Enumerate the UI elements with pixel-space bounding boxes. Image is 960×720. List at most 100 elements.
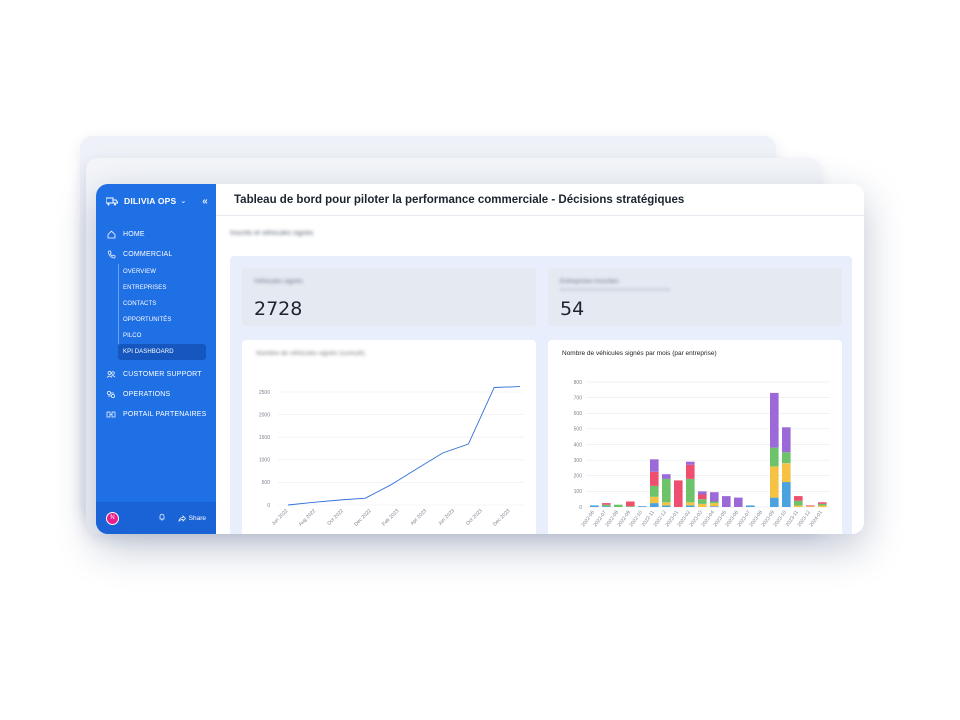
truck-icon [106,197,118,205]
y-tick-label: 500 [262,480,271,486]
bar-segment [674,480,683,507]
bar-segment [602,504,611,507]
chart-title: Nombre de véhicules signés (cumulé) [256,350,365,357]
y-tick-label: 500 [574,427,583,433]
y-tick-label: 600 [574,411,583,417]
sidebar-item-label: CUSTOMER SUPPORT [123,370,202,378]
x-tick-label: Apr 2023 [410,508,429,527]
main-content: Tableau de bord pour piloter la performa… [216,184,864,534]
sidebar-item-label: HOME [123,230,145,238]
sidebar-item-customer-support[interactable]: CUSTOMER SUPPORT [96,364,216,384]
bar-segment [818,505,827,507]
bar-segment [710,506,719,507]
kpi-card-vehicules: Véhicules signés 2728 [242,268,536,326]
sidebar-item-commercial[interactable]: COMMERCIAL [96,244,216,264]
sidebar: DILIVIA OPS ⌄ « HOME COMMERCIAL OVERVIEW… [96,184,216,534]
x-tick-label: Jun 2023 [437,508,456,527]
bar-segment [686,478,695,503]
bar-segment [686,502,695,506]
bar-segment [698,494,707,500]
bar-segment [686,461,695,465]
bar-segment [686,464,695,479]
bar-segment [662,502,671,506]
bar-segment [662,474,671,479]
bar-segment [590,505,599,507]
dashboard-panel: Véhicules signés 2728 Entreprises inscri… [230,256,852,534]
sidebar-subitem-overview[interactable]: OVERVIEW [118,264,216,280]
bar-segment [710,501,719,504]
stacked-bar-chart: 01002003004005006007008002022-062022-072… [574,380,830,529]
x-tick-label: Dec 2022 [353,508,373,528]
bar-segment [734,497,743,507]
sidebar-item-portail-partenaires[interactable]: PORTAIL PARTENAIRES [96,404,216,424]
x-tick-label: Oct 2022 [326,508,345,527]
sidebar-subitem-entreprises[interactable]: ENTREPRISES [118,280,216,296]
bar-segment [650,485,659,497]
sidebar-item-home[interactable]: HOME [96,224,216,244]
sidebar-item-operations[interactable]: OPERATIONS [96,384,216,404]
bar-segment [626,501,635,507]
bar-segment [770,447,779,467]
sidebar-footer: N Share [96,502,216,534]
bar-segment [650,471,659,486]
bar-segment [614,504,623,507]
y-tick-label: 0 [579,505,582,511]
chevron-down-icon: ⌄ [180,198,187,205]
bar-segment [698,499,707,504]
bar-segment [662,505,671,507]
share-label: Share [188,514,206,522]
sidebar-subitem-opportunites[interactable]: OPPORTUNITÉS [118,312,216,328]
share-icon [178,514,186,522]
y-tick-label: 700 [574,395,583,401]
bar-segment [710,503,719,507]
sidebar-subitem-contacts[interactable]: CONTACTS [118,296,216,312]
top-bar: Tableau de bord pour piloter la performa… [216,184,864,216]
bar-segment [710,492,719,502]
share-button[interactable]: Share [178,515,206,522]
bar-segment [626,506,635,507]
y-tick-label: 0 [267,503,270,509]
kpi-subtitle [560,288,670,291]
bar-segment [782,452,791,464]
bar-segment [698,491,707,495]
line-chart-card: 0 500 1000 1500 2000 2500 Jun 2022 Aug 2022 Oct … [242,340,536,534]
line-series [287,386,521,506]
x-tick-label: 2024-01 [809,510,825,529]
avatar[interactable]: N [106,511,119,525]
bar-segment [818,503,827,506]
y-tick-label: 1000 [259,458,270,464]
y-tick-label: 800 [574,380,583,386]
commercial-submenu: OVERVIEW ENTREPRISES CONTACTS OPPORTUNIT… [118,264,216,360]
bell-icon[interactable] [158,513,166,523]
section-label: Inscrits et véhicules signés [230,230,314,237]
sidebar-item-label: PORTAIL PARTENAIRES [123,410,207,418]
home-icon [106,229,116,239]
bar-segment [806,506,815,507]
bar-segment [650,496,659,504]
bar-segment [746,505,755,507]
kpi-card-entreprises: Entreprises inscrites 54 [548,268,842,326]
sidebar-subitem-pilco[interactable]: PILCO [118,328,216,344]
bar-segment [794,500,803,506]
y-tick-label: 300 [574,458,583,464]
users-icon [106,369,116,379]
sidebar-subitem-kpi-dashboard[interactable]: KPI DASHBOARD [118,344,206,360]
brand[interactable]: DILIVIA OPS ⌄ « [96,184,216,218]
bar-segment [818,502,827,504]
bar-segment [602,506,611,507]
y-tick-label: 100 [574,489,583,495]
kpi-value: 2728 [254,298,303,320]
sidebar-item-label: OPERATIONS [123,390,171,398]
line-chart: 0 500 1000 1500 2000 2500 Jun 2022 Aug 2022 Oct … [259,386,524,528]
bar-segment [698,503,707,507]
bar-segment [602,503,611,505]
x-tick-label: Jun 2022 [271,508,290,527]
bar-segment [782,482,791,507]
kpi-label: Véhicules signés [254,278,303,285]
chart-title: Nombre de véhicules signés par mois (par… [562,350,717,357]
brand-name: DILIVIA OPS [124,196,177,206]
bar-segment [770,392,779,448]
collapse-sidebar-icon[interactable]: « [202,196,208,207]
phone-icon [106,249,116,259]
x-tick-label: Dec 2023 [492,508,512,528]
